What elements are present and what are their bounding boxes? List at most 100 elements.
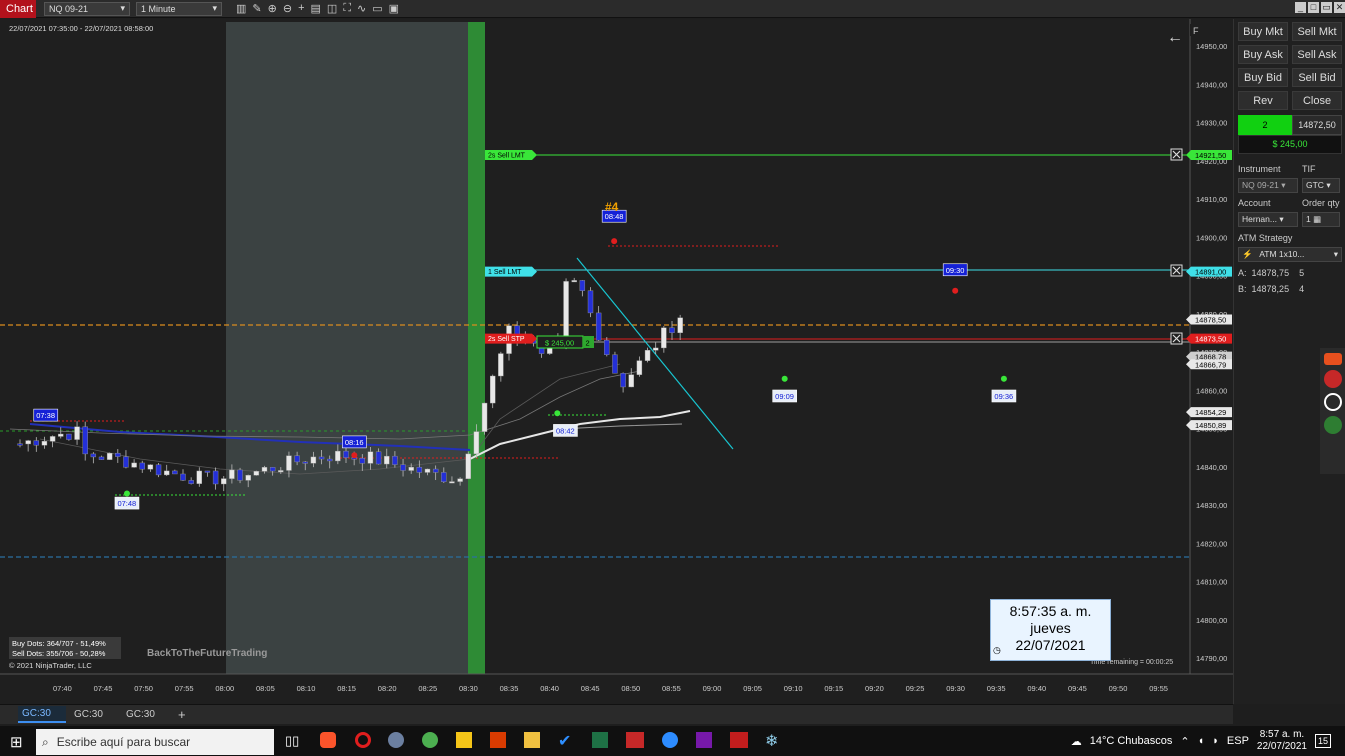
- buy-mkt-button[interactable]: Buy Mkt: [1238, 22, 1288, 41]
- time-axis-tick: 08:50: [621, 684, 640, 693]
- zoom-out-icon[interactable]: ⊖: [283, 2, 292, 15]
- todo-icon[interactable]: ✔: [558, 731, 571, 751]
- restore-icon[interactable]: ▭: [1321, 2, 1332, 13]
- cancel-order-button[interactable]: [1170, 148, 1183, 161]
- maximize-icon[interactable]: □: [1308, 2, 1319, 13]
- sticky-notes-icon[interactable]: [456, 732, 472, 748]
- chart-window-tab[interactable]: Chart: [0, 0, 36, 18]
- signal-dot: [1000, 375, 1007, 382]
- instrument-field[interactable]: NQ 09-21 ▾: [1238, 178, 1298, 193]
- hand-icon[interactable]: [1323, 416, 1342, 434]
- properties-icon[interactable]: ▤: [311, 2, 321, 15]
- back-arrow-icon[interactable]: ←: [1167, 29, 1183, 46]
- order-qty-stepper[interactable]: 1 ▦: [1302, 212, 1340, 227]
- window-icon[interactable]: [1323, 393, 1342, 411]
- time-axis-tick: 09:05: [743, 684, 762, 693]
- chrome-browser-icon[interactable]: [422, 732, 438, 748]
- price-tag-label: 14921,50: [1195, 151, 1226, 160]
- weather-icon[interactable]: ☁: [1071, 735, 1082, 748]
- indicators-icon[interactable]: ◫: [327, 2, 337, 15]
- collapse-arrow-icon[interactable]: [1323, 353, 1342, 365]
- opera-browser-icon[interactable]: [355, 732, 371, 748]
- taskbar-clock[interactable]: 8:57 a. m. 22/07/2021: [1257, 729, 1307, 753]
- file-explorer-icon[interactable]: [524, 732, 540, 748]
- search-input[interactable]: Escribe aquí para buscar: [57, 735, 190, 749]
- candle-body: [310, 456, 317, 464]
- price-tag-label: 14850,89: [1195, 421, 1226, 430]
- microphone-icon[interactable]: [1323, 370, 1342, 388]
- candle-body: [106, 452, 113, 460]
- drawing-objects-icon[interactable]: ∿: [357, 2, 366, 15]
- chart-tab[interactable]: GC:30: [70, 707, 118, 722]
- tif-select[interactable]: GTC ▾: [1302, 178, 1340, 193]
- chart-tab[interactable]: GC:30: [18, 706, 66, 723]
- bar-type-icon[interactable]: ▥: [236, 2, 246, 15]
- voice-app-icon[interactable]: [626, 732, 644, 748]
- candle-body: [139, 462, 145, 470]
- network-icon[interactable]: ◖: [1198, 735, 1205, 747]
- candle-body: [432, 468, 439, 473]
- system-tray: ☁ 14°C Chubascos ⌃ ◖ ◗ ESP 8:57 a. m. 22…: [1071, 726, 1345, 756]
- time-axis-tick: 09:20: [865, 684, 884, 693]
- taskbar-search[interactable]: ⌕ Escribe aquí para buscar: [36, 729, 274, 755]
- sell-mkt-button[interactable]: Sell Mkt: [1292, 22, 1342, 41]
- cancel-order-button[interactable]: [1170, 332, 1183, 345]
- excel-icon[interactable]: [592, 732, 608, 748]
- calculator-icon[interactable]: ▦: [1313, 214, 1321, 224]
- candle-body: [636, 360, 643, 375]
- account-select[interactable]: Hernan... ▾: [1238, 212, 1298, 227]
- ask-label: A:: [1238, 268, 1247, 278]
- candle-body: [604, 339, 610, 355]
- cancel-order-button[interactable]: [1170, 264, 1183, 277]
- add-tab-button[interactable]: +: [174, 705, 190, 724]
- buy-bid-button[interactable]: Buy Bid: [1238, 68, 1288, 87]
- time-axis-tick: 08:45: [581, 684, 600, 693]
- sell-bid-button[interactable]: Sell Bid: [1292, 68, 1342, 87]
- templates-icon[interactable]: ▭: [372, 2, 382, 15]
- weather-label[interactable]: 14°C Chubascos: [1090, 735, 1173, 747]
- lang-label[interactable]: ESP: [1227, 735, 1249, 747]
- task-view-icon[interactable]: ▯▯: [285, 733, 299, 749]
- draw-tool-icon[interactable]: ✎: [252, 2, 261, 15]
- bid-label: B:: [1238, 284, 1247, 294]
- order-marker-label: 2s Sell STP: [488, 336, 525, 343]
- zoom-app-icon[interactable]: [662, 732, 678, 748]
- interval-selector[interactable]: 1 Minute ▾: [136, 1, 222, 16]
- candle-body: [653, 347, 659, 351]
- ninjatrader-icon[interactable]: [730, 732, 748, 748]
- price-axis-tick: 14930,00: [1196, 119, 1227, 128]
- price-axis-tick: 14790,00: [1196, 654, 1227, 663]
- onenote-icon[interactable]: [696, 732, 712, 748]
- brave-browser-icon[interactable]: [320, 732, 336, 748]
- camera-icon[interactable]: ▣: [389, 2, 399, 15]
- windows-start-icon[interactable]: ⊞: [10, 733, 23, 751]
- close-icon[interactable]: ✕: [1334, 2, 1345, 13]
- sell-ask-button[interactable]: Sell Ask: [1292, 45, 1342, 64]
- snowflake-app-icon[interactable]: ❄: [765, 731, 778, 751]
- candle-body: [571, 280, 577, 283]
- crosshair-icon[interactable]: +: [298, 2, 304, 15]
- instrument-selector[interactable]: NQ 09-21 ▾: [44, 1, 130, 16]
- time-axis-tick: 09:30: [946, 684, 965, 693]
- buy-ask-button[interactable]: Buy Ask: [1238, 45, 1288, 64]
- minimize-icon[interactable]: _: [1295, 2, 1306, 13]
- notification-icon[interactable]: 15: [1314, 734, 1331, 748]
- candle-body: [579, 280, 586, 291]
- strategies-icon[interactable]: ⛶: [343, 2, 351, 15]
- atm-strategy-select[interactable]: ⚡ ATM 1x10... ▾: [1238, 247, 1342, 262]
- close-position-button[interactable]: Close: [1292, 91, 1342, 110]
- price-axis-tick: 14940,00: [1196, 80, 1227, 89]
- candle-body: [343, 450, 349, 458]
- tray-overflow-icon[interactable]: ⌃: [1180, 735, 1189, 748]
- candle-body: [269, 467, 276, 472]
- zoom-in-icon[interactable]: ⊕: [268, 2, 277, 15]
- clock-icon: ◷: [993, 645, 1001, 655]
- clock-time: 8:57:35 a. m.: [1009, 603, 1092, 619]
- volume-icon[interactable]: ◗: [1212, 735, 1219, 747]
- chart-tab[interactable]: GC:30: [122, 707, 170, 722]
- app-icon[interactable]: [388, 732, 404, 748]
- reverse-button[interactable]: Rev: [1238, 91, 1288, 110]
- signal-number-label: #4: [605, 200, 619, 214]
- office-icon[interactable]: [490, 732, 506, 748]
- lightning-icon: ⚡: [1242, 249, 1253, 259]
